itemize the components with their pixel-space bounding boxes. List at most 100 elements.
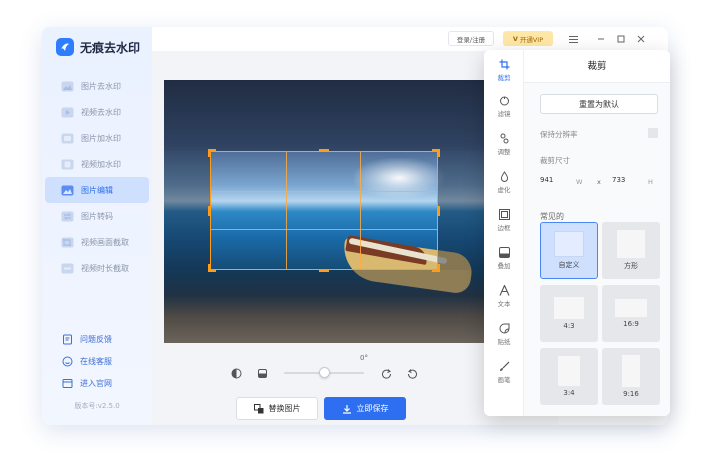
ratio-label: 9:16 <box>623 390 639 398</box>
ratio-label: 4:3 <box>563 322 575 330</box>
online-service-link[interactable]: 在线客服 <box>62 350 112 372</box>
crop-mask-bottom <box>164 270 486 343</box>
sticker-icon <box>498 322 510 334</box>
text-icon <box>498 284 510 296</box>
crop-handle-bottom[interactable] <box>319 264 329 272</box>
sidebar-item-label: 视频加水印 <box>81 159 121 169</box>
crop-handle-bottom-left[interactable] <box>208 264 216 272</box>
sidebar-item-label: 图片转码 <box>81 211 113 221</box>
tool-crop[interactable]: 裁剪 <box>484 54 524 86</box>
keep-resolution-checkbox[interactable] <box>648 128 658 138</box>
crop-grid-line <box>211 229 437 231</box>
save-now-button[interactable]: 立即保存 <box>324 397 406 420</box>
crop-mask-right <box>438 151 486 270</box>
crop-height-input[interactable]: 733 <box>612 176 625 184</box>
logo-icon <box>56 38 74 56</box>
ratio-4-3[interactable]: 4:3 <box>540 285 598 342</box>
vip-button[interactable]: V 开通VIP <box>503 31 553 46</box>
sidebar-item-label: 图片加水印 <box>81 133 121 143</box>
save-now-label: 立即保存 <box>356 404 389 413</box>
sidebar-item-label: 视频去水印 <box>81 107 121 117</box>
sidebar-bottom-links: 问题反馈 在线客服 进入官网 <box>62 328 112 394</box>
crop-handle-top-right[interactable] <box>432 149 440 157</box>
tool-overlay-label: 叠加 <box>497 262 511 270</box>
headset-icon <box>62 356 73 367</box>
sidebar-item-image-remove-watermark[interactable]: 图片去水印 <box>45 73 149 99</box>
ratio-16-9[interactable]: 16:9 <box>602 285 660 342</box>
crop-handle-top[interactable] <box>319 149 329 157</box>
overlay-icon <box>498 246 510 258</box>
sidebar-item-label: 图片编辑 <box>81 185 113 195</box>
sidebar-item-video-add-watermark[interactable]: 视频加水印 <box>45 151 149 177</box>
brush-icon <box>498 360 510 372</box>
crop-properties: 裁剪 重置为默认 保持分辨率 裁剪尺寸 941 W x 733 H 常见的 自定… <box>524 50 670 416</box>
feedback-icon <box>62 334 73 345</box>
app-name: 无痕去水印 <box>80 40 141 55</box>
tool-adjust[interactable]: 调整 <box>484 128 524 160</box>
crop-height-unit: H <box>648 178 653 186</box>
vip-icon: V <box>512 34 518 43</box>
crop-panel-title: 裁剪 <box>524 50 670 83</box>
close-icon[interactable] <box>634 32 648 46</box>
image-add-icon <box>61 132 74 144</box>
sidebar-item-image-convert[interactable]: 图片转码 <box>45 203 149 229</box>
ratio-9-16[interactable]: 9:16 <box>602 348 660 405</box>
sidebar: 无痕去水印 图片去水印 视频去水印 图片加水印 视频加水印 图片编辑 图片转码 … <box>42 27 152 425</box>
website-icon <box>62 378 73 389</box>
photo-preview[interactable] <box>164 80 486 343</box>
tool-sticker[interactable]: 贴纸 <box>484 318 524 350</box>
replace-icon <box>253 403 264 414</box>
crop-handle-right[interactable] <box>432 205 440 216</box>
crop-handle-bottom-right[interactable] <box>432 264 440 272</box>
keep-resolution-label: 保持分辨率 <box>540 130 578 139</box>
tool-rail: 裁剪 滤镜 调整 虚化 边框 叠加 文本 贴纸 画笔 <box>484 50 524 416</box>
tool-crop-label: 裁剪 <box>497 74 511 82</box>
tool-text[interactable]: 文本 <box>484 280 524 312</box>
vip-label: 开通VIP <box>519 35 544 44</box>
tool-frame[interactable]: 边框 <box>484 204 524 236</box>
tool-brush[interactable]: 画笔 <box>484 356 524 388</box>
sidebar-item-video-remove-watermark[interactable]: 视频去水印 <box>45 99 149 125</box>
tool-overlay[interactable]: 叠加 <box>484 242 524 274</box>
video-icon <box>61 106 74 118</box>
sidebar-item-video-duration-trim[interactable]: 视频时长截取 <box>45 255 149 281</box>
crop-width-unit: W <box>576 178 583 186</box>
ratio-square[interactable]: 方形 <box>602 222 660 279</box>
crop-mask-top <box>164 80 486 151</box>
rotate-left-icon[interactable] <box>406 367 418 379</box>
login-button[interactable]: 登录/注册 <box>448 31 494 46</box>
crop-grid-line <box>211 190 437 192</box>
crop-grid-line <box>360 152 362 269</box>
sidebar-item-image-add-watermark[interactable]: 图片加水印 <box>45 125 149 151</box>
ratio-3-4[interactable]: 3:4 <box>540 348 598 405</box>
crop-handle-top-left[interactable] <box>208 149 216 157</box>
feedback-link[interactable]: 问题反馈 <box>62 328 112 350</box>
flip-vertical-icon[interactable] <box>256 367 268 379</box>
menu-icon[interactable] <box>566 32 580 46</box>
rotate-right-icon[interactable] <box>380 367 392 379</box>
sidebar-item-image-edit[interactable]: 图片编辑 <box>45 177 149 203</box>
app-logo: 无痕去水印 <box>56 37 140 57</box>
website-link[interactable]: 进入官网 <box>62 372 112 394</box>
tool-frame-label: 边框 <box>497 224 511 232</box>
ratio-custom[interactable]: 自定义 <box>540 222 598 279</box>
tool-filter[interactable]: 滤镜 <box>484 90 524 122</box>
rotation-slider-knob[interactable] <box>318 367 330 378</box>
tool-sticker-label: 贴纸 <box>497 338 511 346</box>
ratio-label: 16:9 <box>623 320 639 328</box>
minimize-icon[interactable] <box>594 32 608 46</box>
crop-frame[interactable] <box>208 149 440 272</box>
tool-blur[interactable]: 虚化 <box>484 166 524 198</box>
ratio-label: 3:4 <box>563 389 575 397</box>
video-trim-icon <box>61 262 74 274</box>
flip-horizontal-icon[interactable] <box>230 367 242 379</box>
crop-handle-left[interactable] <box>208 205 216 216</box>
ratio-label: 自定义 <box>558 261 580 269</box>
sidebar-item-label: 图片去水印 <box>81 81 121 91</box>
sidebar-item-video-frame-crop[interactable]: 视频画面截取 <box>45 229 149 255</box>
crop-width-input[interactable]: 941 <box>540 176 553 184</box>
sidebar-item-label: 视频时长截取 <box>81 263 129 273</box>
maximize-icon[interactable] <box>614 32 628 46</box>
reset-default-button[interactable]: 重置为默认 <box>540 94 658 114</box>
replace-image-button[interactable]: 替换图片 <box>236 397 318 420</box>
